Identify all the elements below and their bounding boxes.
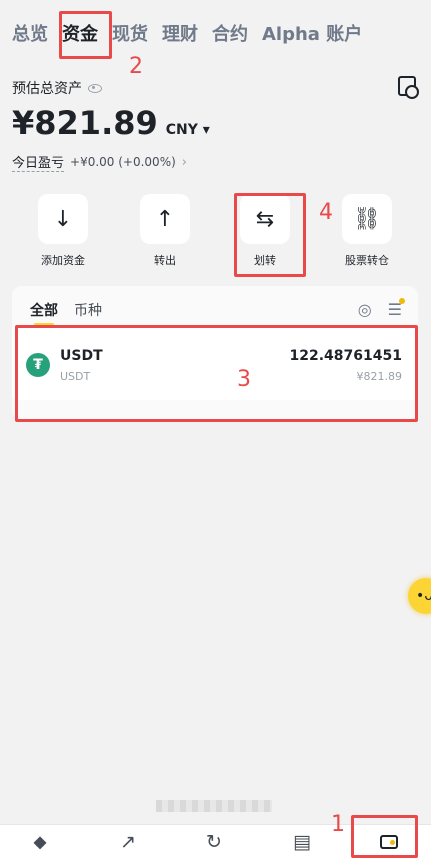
currency-selector[interactable]: CNY ▾ bbox=[166, 122, 210, 138]
floating-assistant-icon[interactable]: •ᴗ bbox=[408, 578, 431, 614]
today-pnl[interactable]: 今日盈亏 +¥0.00 (+0.00%) › bbox=[12, 152, 187, 172]
annotation-label-3: 3 bbox=[237, 367, 251, 392]
card-tabs: 全部 币种 bbox=[30, 300, 102, 326]
notification-dot bbox=[399, 298, 405, 304]
annotation-label-1: 1 bbox=[331, 812, 345, 837]
history-icon[interactable] bbox=[398, 76, 419, 99]
chevron-right-icon: › bbox=[181, 154, 187, 170]
card-tools: ◎ ☰ bbox=[358, 298, 405, 319]
nav-markets[interactable]: ↗ bbox=[114, 831, 142, 855]
total-balance: ¥821.89 CNY ▾ bbox=[12, 104, 210, 142]
tab-overview[interactable]: 总览 bbox=[12, 20, 48, 46]
estimated-total-label: 预估总资产 bbox=[12, 78, 102, 98]
nav-home[interactable]: ⬥ bbox=[26, 831, 54, 855]
withdraw-label: 转出 bbox=[154, 254, 176, 267]
pnl-label: 今日盈亏 bbox=[12, 152, 65, 172]
annotation-box-1 bbox=[351, 815, 418, 858]
annotation-box-3 bbox=[15, 325, 418, 422]
filter-menu-icon[interactable]: ☰ bbox=[388, 298, 405, 319]
tab-spot[interactable]: 现货 bbox=[112, 20, 148, 46]
withdraw-button[interactable]: ↑ 转出 bbox=[132, 194, 198, 268]
stock-transfer-label: 股票转仓 bbox=[345, 254, 389, 267]
futures-icon: ▤ bbox=[293, 831, 311, 853]
add-funds-label: 添加资金 bbox=[41, 254, 85, 267]
tab-earn[interactable]: 理财 bbox=[162, 20, 198, 46]
pnl-value: +¥0.00 (+0.00%) bbox=[70, 155, 176, 169]
stock-transfer-icon: ⛓ bbox=[342, 194, 392, 244]
trade-icon: ↻ bbox=[206, 831, 222, 853]
tab-all[interactable]: 全部 bbox=[30, 300, 58, 326]
tab-futures[interactable]: 合约 bbox=[212, 20, 248, 46]
hide-small-balance-icon[interactable]: ◎ bbox=[358, 300, 372, 319]
add-funds-button[interactable]: ↓ 添加资金 bbox=[30, 194, 96, 268]
annotation-box-2 bbox=[59, 11, 112, 59]
tab-alpha[interactable]: Alpha 账户 bbox=[262, 20, 362, 46]
arrow-down-icon: ↓ bbox=[38, 194, 88, 244]
annotation-label-4: 4 bbox=[319, 200, 333, 225]
tab-coin[interactable]: 币种 bbox=[74, 300, 102, 320]
arrow-up-icon: ↑ bbox=[140, 194, 190, 244]
annotation-box-4 bbox=[234, 193, 306, 277]
est-label-text: 预估总资产 bbox=[12, 81, 82, 97]
annotation-label-2: 2 bbox=[129, 54, 143, 79]
stock-transfer-button[interactable]: ⛓ 股票转仓 bbox=[334, 194, 400, 268]
nav-trade[interactable]: ↻ bbox=[200, 831, 228, 855]
balance-amount: ¥821.89 bbox=[12, 104, 158, 142]
markets-chart-icon: ↗ bbox=[120, 831, 136, 853]
binance-logo-icon: ⬥ bbox=[33, 831, 47, 853]
blurred-text bbox=[156, 800, 272, 812]
eye-icon[interactable] bbox=[88, 83, 102, 93]
nav-futures[interactable]: ▤ bbox=[288, 831, 316, 855]
